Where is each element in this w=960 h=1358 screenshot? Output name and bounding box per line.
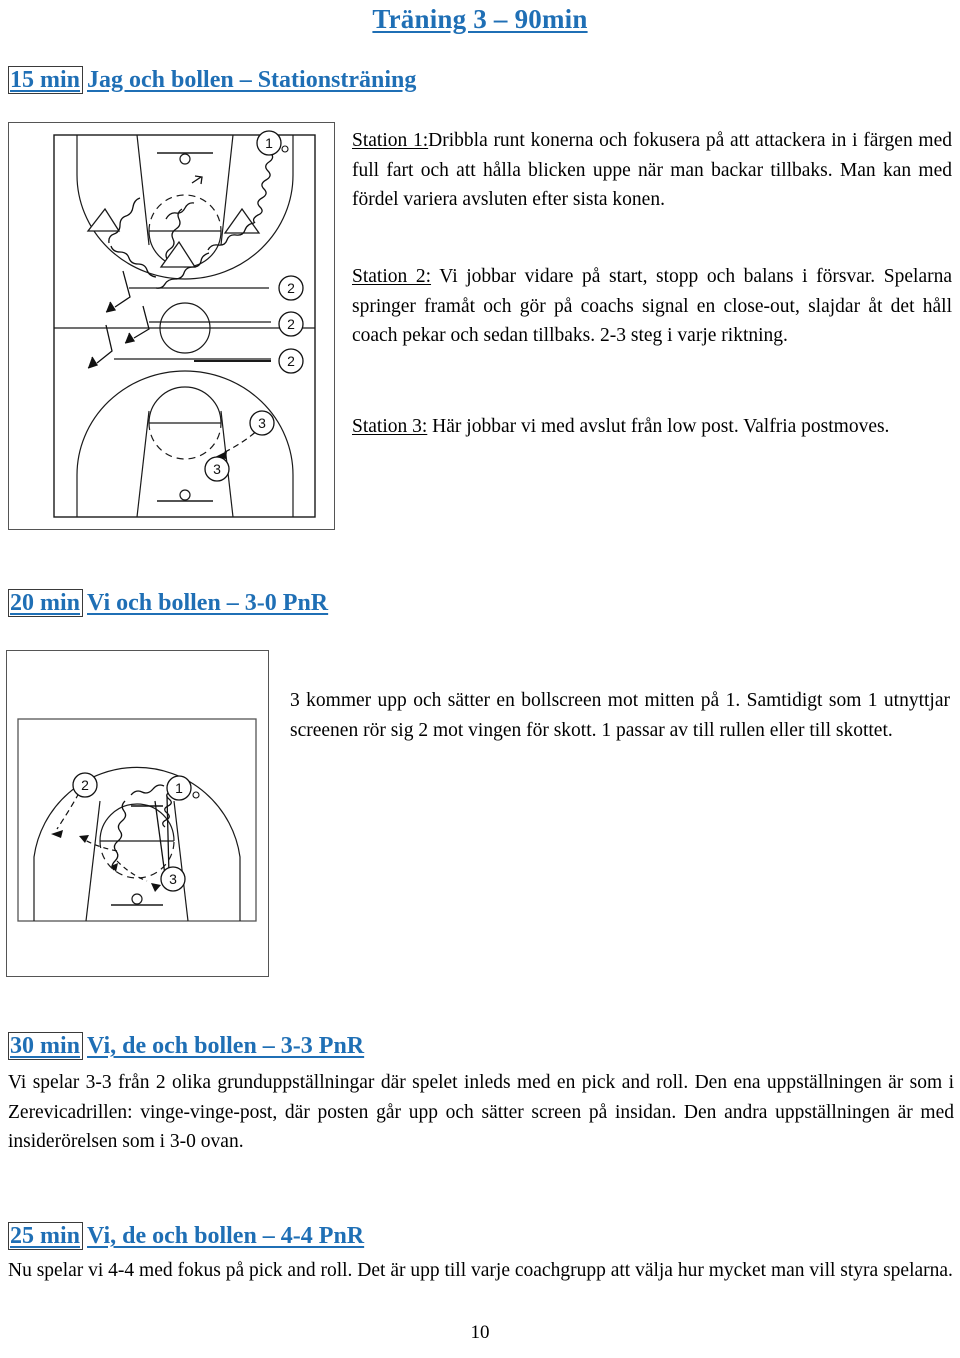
section-title-pnr-4-4: Vi, de och bollen – 4-4 PnR xyxy=(87,1223,365,1249)
section-heading-pnr-3-3: 30 min Vi, de och bollen – 3-3 PnR xyxy=(8,1032,365,1061)
paragraph-station-2: Station 2: Vi jobbar vidare på start, st… xyxy=(352,262,952,351)
player-marker-2a: 2 xyxy=(278,275,304,301)
pnr-3-3-text: Vi spelar 3-3 från 2 olika grunduppställ… xyxy=(8,1072,954,1153)
station-3-text: Här jobbar vi med avslut från low post. … xyxy=(427,416,890,437)
duration-badge-25min: 25 min xyxy=(8,1222,84,1251)
section-heading-station-training: 15 min Jag och bollen – Stationsträning xyxy=(8,66,417,95)
paragraph-pnr-3-0: 3 kommer upp och sätter en bollscreen mo… xyxy=(290,686,950,745)
pnr-3-0-text: 3 kommer upp och sätter en bollscreen mo… xyxy=(290,690,950,741)
page-title-text: Träning 3 – 90min xyxy=(372,4,588,34)
player-marker-2: 2 xyxy=(72,772,98,798)
halfcourt-pnr-diagram: 2 1 3 xyxy=(6,650,269,977)
station-3-label: Station 3: xyxy=(352,416,428,437)
page-title: Träning 3 – 90min xyxy=(0,4,960,35)
svg-text:3: 3 xyxy=(169,871,177,887)
svg-text:2: 2 xyxy=(287,280,295,296)
section-title-pnr-3-0: Vi och bollen – 3-0 PnR xyxy=(87,590,329,616)
section-heading-pnr-3-0: 20 min Vi och bollen – 3-0 PnR xyxy=(8,589,329,618)
page-number: 10 xyxy=(470,1322,490,1343)
svg-text:2: 2 xyxy=(81,777,89,793)
svg-text:2: 2 xyxy=(287,353,295,369)
svg-text:1: 1 xyxy=(265,135,273,151)
player-marker-2c: 2 xyxy=(278,348,304,374)
paragraph-pnr-4-4: Nu spelar vi 4-4 med fokus på pick and r… xyxy=(8,1256,954,1286)
svg-text:2: 2 xyxy=(287,316,295,332)
player-marker-3: 3 xyxy=(160,866,186,892)
station-1-text: Dribbla runt konerna och fokusera på att… xyxy=(352,130,953,211)
section-title-station-training: Jag och bollen – Stationsträning xyxy=(87,67,417,93)
duration-badge-15min: 15 min xyxy=(8,66,84,95)
svg-text:3: 3 xyxy=(258,415,266,431)
section-heading-pnr-4-4: 25 min Vi, de och bollen – 4-4 PnR xyxy=(8,1222,365,1251)
station-2-text: Vi jobbar vidare på start, stopp och bal… xyxy=(352,266,952,347)
duration-badge-20min: 20 min xyxy=(8,589,84,618)
player-marker-2b: 2 xyxy=(278,311,304,337)
player-marker-3a: 3 xyxy=(249,410,275,436)
paragraph-station-3: Station 3: Här jobbar vi med avslut från… xyxy=(352,412,952,442)
fullcourt-stations-diagram: 1 2 2 2 3 3 xyxy=(8,122,335,530)
player-marker-3b: 3 xyxy=(204,456,230,482)
paragraph-station-1: Station 1:Dribbla runt konerna och fokus… xyxy=(352,126,952,215)
section-title-pnr-3-3: Vi, de och bollen – 3-3 PnR xyxy=(87,1033,365,1059)
duration-badge-30min: 30 min xyxy=(8,1032,84,1061)
svg-text:3: 3 xyxy=(213,461,221,477)
station-2-label: Station 2: xyxy=(352,266,432,287)
svg-text:1: 1 xyxy=(175,780,183,796)
pnr-4-4-text: Nu spelar vi 4-4 med fokus på pick and r… xyxy=(8,1260,953,1281)
paragraph-pnr-3-3: Vi spelar 3-3 från 2 olika grunduppställ… xyxy=(8,1068,954,1157)
station-1-label: Station 1: xyxy=(352,130,429,151)
